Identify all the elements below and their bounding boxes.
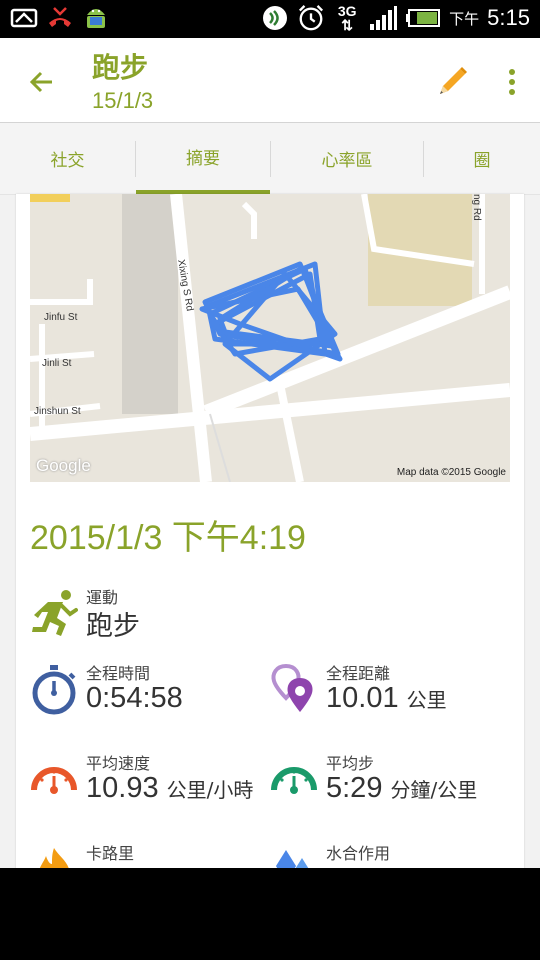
status-bar: 3G ⇅ 下午 5:15	[0, 0, 540, 38]
app-bar: 跑步 15/1/3	[0, 38, 540, 123]
screen-bottom-edge	[0, 868, 540, 960]
stat-calories: 卡路里	[30, 840, 270, 868]
missed-call-icon	[46, 4, 74, 32]
status-ampm: 下午	[449, 9, 480, 28]
flame-icon	[39, 848, 69, 868]
stat-unit: 分鐘/公里	[390, 778, 478, 802]
stat-label: 平均速度	[86, 754, 151, 773]
stat-unit: 公里/小時	[166, 778, 254, 802]
map-credit: Map data ©2015 Google	[396, 467, 506, 478]
stat-label: 平均步	[326, 754, 375, 773]
android-icon	[82, 4, 110, 32]
stat-value: 0:54:58	[86, 682, 183, 714]
stat-value: 10.01 公里	[326, 682, 447, 714]
street-label: Jinfu St	[44, 312, 78, 323]
tab-summary[interactable]: 摘要	[136, 123, 270, 194]
app-screen: 3G ⇅ 下午 5:15 跑步 15/1/3 社交 摘要 心率區 圈 Jinfu…	[0, 0, 540, 868]
runner-icon	[32, 590, 78, 636]
route-map[interactable]: Jinfu St Jinli St Jinshun St Xixing S Rd…	[30, 194, 510, 482]
street-label: Jinli St	[42, 358, 72, 369]
edit-button[interactable]	[430, 60, 474, 104]
alarm-icon	[297, 4, 325, 32]
screenshot-icon	[10, 4, 38, 32]
stat-label: 全程距離	[326, 664, 391, 683]
page-title: 跑步	[92, 51, 149, 84]
signal-icon	[369, 4, 398, 32]
stat-label: 卡路里	[86, 844, 135, 863]
more-options-button[interactable]	[494, 60, 530, 104]
street-label: Jinshun St	[34, 406, 81, 417]
status-clock: 5:15	[487, 5, 530, 30]
stat-hydration: 水合作用	[270, 840, 520, 868]
tab-laps[interactable]: 圈	[424, 123, 540, 194]
stat-duration: 全程時間 0:54:58	[30, 660, 270, 720]
tab-bar: 社交 摘要 心率區 圈	[0, 123, 540, 195]
page-subtitle: 15/1/3	[92, 88, 154, 113]
more-vert-icon	[509, 69, 515, 95]
activity-datetime: 2015/1/3 下午4:19	[30, 519, 306, 557]
stopwatch-icon	[32, 665, 76, 715]
tab-social[interactable]: 社交	[0, 123, 135, 194]
pencil-icon	[440, 67, 467, 94]
summary-card: Jinfu St Jinli St Jinshun St Xixing S Rd…	[16, 194, 524, 868]
back-button[interactable]	[20, 60, 64, 104]
location-pins-icon	[271, 664, 313, 712]
speedometer-icon	[31, 767, 77, 794]
google-logo: Google	[36, 456, 91, 475]
arrow-back-icon	[29, 71, 52, 93]
street-label: ng Rd	[471, 194, 482, 221]
tab-heart-rate-zones[interactable]: 心率區	[271, 123, 423, 194]
stat-average-speed: 平均速度 10.93 公里/小時	[30, 750, 270, 810]
battery-icon	[405, 4, 441, 32]
water-drops-icon	[276, 850, 309, 868]
stat-distance: 全程距離 10.01 公里	[270, 660, 520, 720]
stat-average-pace: 平均步 5:29 分鐘/公里	[270, 750, 520, 810]
stat-unit: 公里	[406, 688, 447, 712]
stat-label: 水合作用	[326, 844, 391, 863]
stat-value: 5:29 分鐘/公里	[326, 772, 478, 804]
stat-value: 10.93 公里/小時	[86, 772, 254, 804]
network-3g-icon: 3G ⇅	[337, 3, 357, 33]
stat-activity: 運動 跑步	[30, 584, 330, 644]
pace-gauge-icon	[271, 767, 317, 794]
stat-value: 跑步	[86, 611, 140, 642]
stat-label: 全程時間	[86, 664, 151, 683]
nfc-icon	[261, 4, 289, 32]
